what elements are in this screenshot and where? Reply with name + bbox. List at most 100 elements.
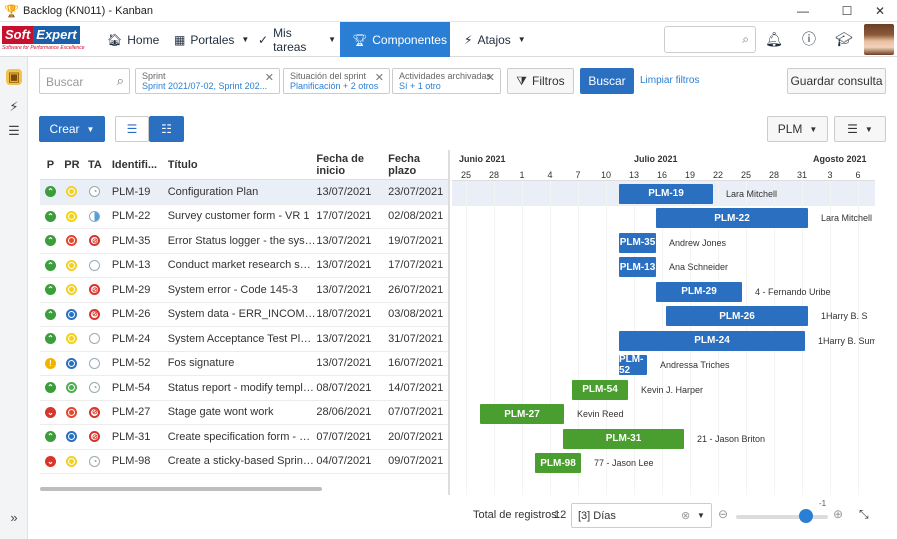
gantt-bar[interactable]: PLM-24 bbox=[619, 330, 805, 351]
table-row[interactable]: ⌃ PLM-13 Conduct market research surveys 13… bbox=[40, 254, 448, 278]
row-id[interactable]: PLM-19 bbox=[107, 186, 168, 198]
row-id[interactable]: PLM-24 bbox=[107, 333, 168, 345]
gantt-bar[interactable]: PLM-19 bbox=[619, 183, 713, 204]
softexpert-logo[interactable]: Soft Expert Software for Performance Exce… bbox=[2, 26, 92, 52]
table-row[interactable]: ⌄ ◔ PLM-98 Create a sticky-based Sprint Ba.… bbox=[40, 450, 448, 474]
row-title[interactable]: Create specification form - New ... bbox=[168, 431, 317, 443]
close-icon[interactable]: ✕ bbox=[486, 71, 495, 84]
maximize-button[interactable]: ☐ bbox=[830, 0, 864, 22]
table-row[interactable]: ⌃ ⊘ PLM-31Create specification form - New … bbox=[40, 425, 448, 450]
gantt-bar[interactable]: PLM-27 bbox=[480, 404, 564, 424]
row-title[interactable]: Create a sticky-based Sprint Ba... bbox=[168, 455, 317, 467]
horizontal-scrollbar[interactable] bbox=[40, 487, 322, 491]
filter-chip-sprint[interactable]: Sprint Sprint 2021/07-02, Sprint 202... … bbox=[135, 68, 280, 94]
zoom-in-icon[interactable]: ⊕ bbox=[833, 507, 843, 521]
row-title[interactable]: System error - Code 145-3 bbox=[168, 284, 317, 296]
col-header-p[interactable]: P bbox=[40, 159, 61, 171]
view-options-dropdown[interactable]: ☰ ▼ bbox=[834, 116, 886, 142]
gantt-day-label: 7 bbox=[575, 170, 581, 180]
row-title[interactable]: Survey customer form - VR 1 bbox=[168, 210, 317, 222]
scale-select[interactable]: [3] Días ⊗ ▼ bbox=[571, 503, 712, 528]
minimize-button[interactable]: — bbox=[786, 0, 820, 22]
gantt-bar[interactable]: PLM-29 bbox=[656, 281, 742, 302]
zoom-out-icon[interactable]: ⊖ bbox=[718, 507, 728, 521]
buscar-button[interactable]: Buscar bbox=[580, 68, 634, 94]
list-view-button[interactable]: ☰ bbox=[115, 116, 149, 142]
col-header-pr[interactable]: PR bbox=[61, 159, 83, 171]
row-id[interactable]: PLM-13 bbox=[107, 259, 168, 271]
filter-chip-situacion[interactable]: Situación del sprint Planificación + 2 o… bbox=[283, 68, 390, 94]
filter-icon[interactable]: ☰ bbox=[6, 123, 22, 139]
gantt-bar[interactable]: PLM-54 bbox=[572, 379, 628, 400]
table-row[interactable]: ⌃ PLM-22 Survey customer form - VR 1 17/07/… bbox=[40, 205, 448, 229]
nav-atajos[interactable]: ⚡︎ Atajos ▼ bbox=[464, 22, 526, 57]
global-search-input[interactable]: ⌕ bbox=[664, 26, 756, 53]
filtros-button[interactable]: ⧩ Filtros bbox=[507, 68, 574, 94]
row-id[interactable]: PLM-35 bbox=[107, 235, 168, 247]
nav-portales[interactable]: ▦ Portales ▼ bbox=[174, 22, 249, 57]
nav-mis-tareas[interactable]: ✓ Mis tareas ▼ bbox=[258, 22, 336, 57]
table-row[interactable]: ! PLM-52 Fos signature 13/07/2021 16/07/2021 bbox=[40, 352, 448, 376]
expand-icon[interactable]: » bbox=[6, 509, 22, 525]
row-title[interactable]: System Acceptance Test Plan - ... bbox=[168, 333, 317, 345]
col-header-ta[interactable]: TA bbox=[83, 159, 107, 171]
graduation-cap-icon[interactable]: 🎓︎ bbox=[833, 28, 855, 50]
gantt-bar[interactable]: PLM-35 bbox=[619, 232, 656, 253]
col-header-title[interactable]: Título bbox=[168, 159, 317, 171]
row-id[interactable]: PLM-22 bbox=[107, 210, 168, 222]
filter-search-input[interactable]: Buscar ⌕ bbox=[39, 68, 130, 94]
bell-icon[interactable]: 🔔︎ bbox=[763, 28, 785, 50]
row-title[interactable]: Configuration Plan bbox=[168, 186, 317, 198]
col-header-id[interactable]: Identifi... bbox=[107, 159, 168, 171]
gantt-view-button[interactable]: ☷ bbox=[149, 116, 184, 142]
row-title[interactable]: System data - ERR_INCOMPLE... bbox=[168, 308, 317, 320]
gantt-bar[interactable]: PLM-13 bbox=[619, 257, 656, 277]
gantt-bar[interactable]: PLM-52 bbox=[619, 354, 647, 376]
row-id[interactable]: PLM-52 bbox=[107, 357, 168, 369]
plm-label: PLM bbox=[777, 122, 803, 136]
gantt-bar[interactable]: PLM-22 bbox=[656, 208, 808, 228]
chevron-down-icon[interactable]: ▼ bbox=[697, 511, 705, 520]
row-id[interactable]: PLM-29 bbox=[107, 284, 168, 296]
row-id[interactable]: PLM-54 bbox=[107, 382, 168, 394]
close-icon[interactable]: ✕ bbox=[375, 71, 384, 84]
gantt-bar[interactable]: PLM-26 bbox=[666, 306, 808, 326]
row-title[interactable]: Status report - modify template ... bbox=[168, 382, 317, 394]
row-title[interactable]: Error Status logger - the system... bbox=[168, 235, 317, 247]
table-row[interactable]: ⌃ ◔ PLM-19 Configuration Plan 13/07/2021 23/0… bbox=[40, 180, 448, 205]
zoom-slider-thumb[interactable] bbox=[799, 509, 813, 523]
help-icon[interactable]: ⓘ bbox=[798, 28, 820, 50]
nav-home[interactable]: 🏠︎ Home bbox=[107, 22, 165, 57]
gantt-bar[interactable]: PLM-98 bbox=[535, 453, 581, 473]
clear-icon[interactable]: ⊗ bbox=[681, 509, 690, 522]
plm-dropdown[interactable]: PLM ▼ bbox=[767, 116, 828, 142]
filter-chip-archivadas[interactable]: Actividades archivadas Sí + 1 otro ✕ bbox=[392, 68, 501, 94]
close-icon[interactable]: ✕ bbox=[265, 71, 274, 84]
bolt-icon[interactable]: ⚡︎ bbox=[6, 99, 22, 115]
row-id[interactable]: PLM-98 bbox=[107, 455, 168, 467]
col-header-end[interactable]: Fecha plazo bbox=[388, 153, 448, 177]
gantt-bar[interactable]: PLM-31 bbox=[563, 428, 684, 449]
nav-componentes[interactable]: 🏆︎ Componentes ▼ bbox=[340, 22, 462, 57]
crear-button[interactable]: Crear ▼ bbox=[39, 116, 105, 142]
collapse-icon[interactable]: ⤡ bbox=[859, 507, 869, 522]
row-id[interactable]: PLM-26 bbox=[107, 308, 168, 320]
row-title[interactable]: Conduct market research surveys bbox=[168, 259, 317, 271]
row-id[interactable]: PLM-27 bbox=[107, 406, 168, 418]
table-row[interactable]: ⌃ ◔ PLM-54 Status report - modify template … bbox=[40, 376, 448, 401]
table-row[interactable]: ⌄ ⊘ PLM-27 Stage gate wont work 28/06/2021 07… bbox=[40, 401, 448, 425]
table-row[interactable]: ⌃ ⊘ PLM-26System data - ERR_INCOMPLE...18/… bbox=[40, 303, 448, 327]
col-header-start[interactable]: Fecha de inicio bbox=[316, 153, 388, 177]
guardar-consulta-button[interactable]: Guardar consulta bbox=[787, 68, 886, 94]
table-row[interactable]: ⌃ ⊘ PLM-29 System error - Code 145-3 13/07/2… bbox=[40, 278, 448, 303]
row-title[interactable]: Stage gate wont work bbox=[168, 406, 317, 418]
row-title[interactable]: Fos signature bbox=[168, 357, 317, 369]
limpiar-filtros-link[interactable]: Limpiar filtros bbox=[640, 75, 699, 86]
table-row[interactable]: ⌃ ⊘ PLM-35 Error Status logger - the system… bbox=[40, 229, 448, 254]
zoom-slider-track[interactable] bbox=[736, 515, 828, 519]
close-window-button[interactable]: ✕ bbox=[863, 0, 897, 22]
user-avatar[interactable] bbox=[864, 24, 894, 55]
table-row[interactable]: ⌃ PLM-24 System Acceptance Test Plan - ...… bbox=[40, 327, 448, 352]
row-id[interactable]: PLM-31 bbox=[107, 431, 168, 443]
kanban-icon[interactable]: ▣ bbox=[6, 69, 22, 85]
